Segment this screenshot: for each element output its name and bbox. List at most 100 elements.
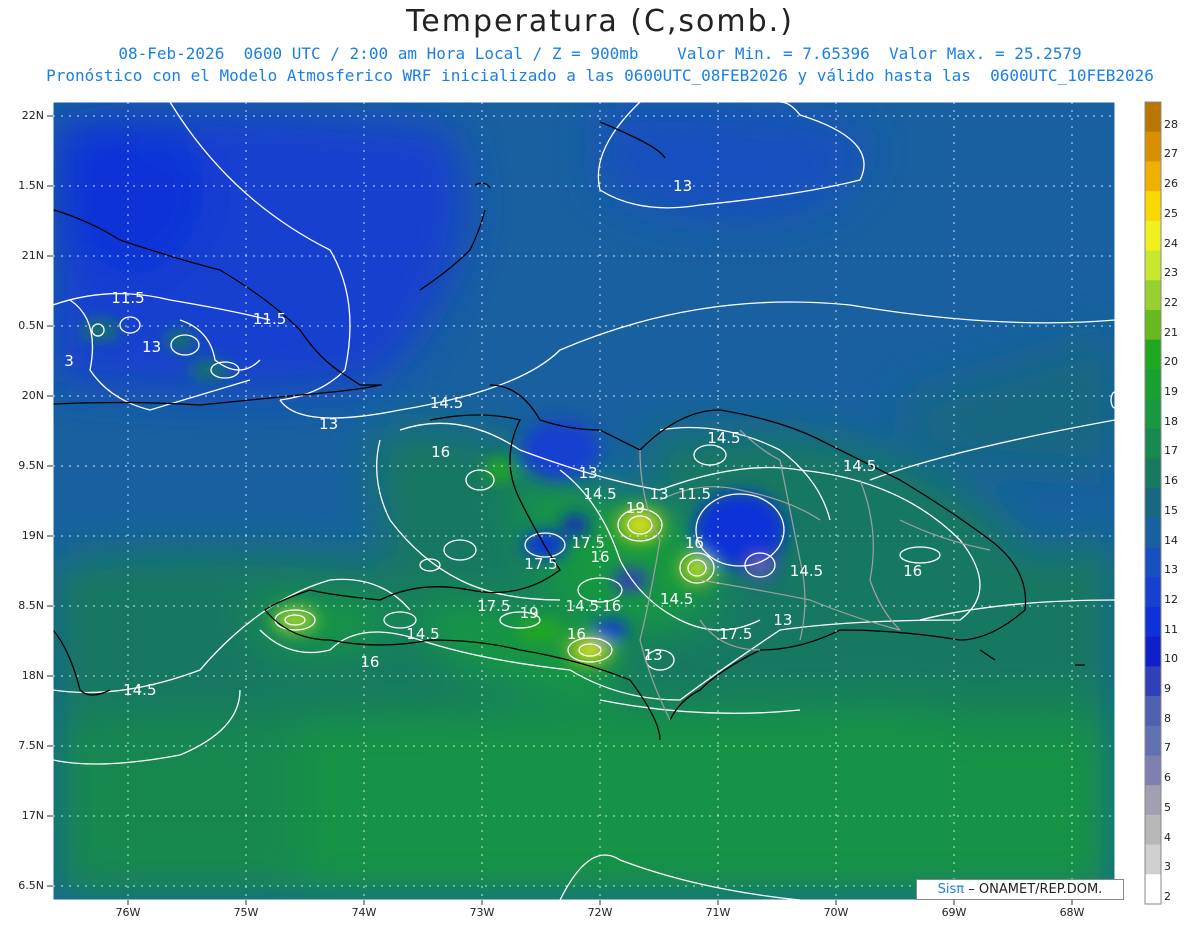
contour-label: 14.5 bbox=[659, 590, 694, 608]
lon-label: 74W bbox=[351, 906, 377, 919]
credit-box: Sisπ – ONAMET/REP.DOM. bbox=[916, 879, 1124, 900]
colorbar-label: 10 bbox=[1164, 652, 1178, 666]
colorbar-label: 14 bbox=[1164, 533, 1178, 547]
contour-label: 14.5 bbox=[583, 485, 617, 503]
contour-label: 16 bbox=[684, 534, 704, 552]
colorbar-swatch bbox=[1145, 606, 1161, 638]
colorbar-label: 19 bbox=[1164, 385, 1178, 399]
colorbar-swatch bbox=[1145, 636, 1161, 667]
contour-label: 13 bbox=[319, 415, 339, 433]
contour-label: 14.5 bbox=[842, 457, 877, 475]
colorbar-label: 18 bbox=[1164, 414, 1178, 428]
colorbar-label: 22 bbox=[1164, 295, 1178, 309]
lat-label: 8.5N bbox=[18, 599, 44, 612]
contour-label: 16 bbox=[903, 562, 923, 580]
colorbar-swatch bbox=[1145, 309, 1161, 341]
lat-label: 19N bbox=[21, 529, 44, 542]
contour-label: 13 bbox=[578, 464, 598, 482]
colorbar-label: 3 bbox=[1164, 860, 1171, 874]
colorbar-label: 24 bbox=[1164, 236, 1178, 250]
contour-label: 13 bbox=[773, 611, 793, 629]
colorbar-swatch bbox=[1145, 280, 1161, 311]
colorbar-label: 17 bbox=[1164, 444, 1178, 458]
colorbar-swatch bbox=[1145, 814, 1161, 846]
lon-label: 69W bbox=[941, 906, 967, 919]
contour-label: 13 bbox=[673, 177, 693, 195]
lon-label: 71W bbox=[705, 906, 731, 919]
temperature-map bbox=[47, 101, 1162, 905]
colorbar-label: 4 bbox=[1164, 830, 1171, 844]
colorbar-swatch bbox=[1145, 428, 1161, 459]
lon-label: 68W bbox=[1059, 906, 1085, 919]
contour-label: 13 bbox=[643, 646, 663, 664]
lon-label: 76W bbox=[115, 906, 141, 919]
lat-label: 22N bbox=[21, 109, 44, 122]
colorbar-swatch bbox=[1145, 220, 1161, 252]
contour-label: 17.5 bbox=[477, 597, 511, 615]
lon-label: 73W bbox=[469, 906, 495, 919]
temperature-field bbox=[53, 102, 1115, 900]
lon-label: 70W bbox=[823, 906, 849, 919]
lat-label: 9.5N bbox=[18, 459, 44, 472]
colorbar-label: 11 bbox=[1164, 622, 1178, 636]
colorbar-swatch bbox=[1145, 725, 1161, 756]
colorbar-label: 26 bbox=[1164, 177, 1178, 191]
colorbar-label: 9 bbox=[1164, 682, 1171, 696]
colorbar-label: 2 bbox=[1164, 890, 1171, 903]
lat-label: 17N bbox=[21, 809, 44, 822]
lon-label: 75W bbox=[233, 906, 259, 919]
colorbar-swatch bbox=[1145, 458, 1161, 489]
lat-label: 6.5N bbox=[18, 879, 44, 892]
colorbar-label: 13 bbox=[1164, 563, 1178, 577]
colorbar-swatch bbox=[1145, 102, 1161, 133]
credit-text: – ONAMET/REP.DOM. bbox=[968, 882, 1103, 897]
lat-label: 18N bbox=[21, 669, 44, 682]
contour-label: 17.5 bbox=[524, 555, 558, 573]
lat-label: 1.5N bbox=[18, 179, 44, 192]
colorbar-swatch bbox=[1145, 517, 1161, 549]
contour-label: 13 bbox=[142, 338, 162, 356]
contour-label: 14.5 bbox=[565, 597, 599, 615]
colorbar-swatch bbox=[1145, 874, 1161, 905]
colorbar-swatch bbox=[1145, 666, 1161, 697]
contour-label: 19 bbox=[625, 499, 645, 517]
contour-label: 14.5 bbox=[406, 625, 440, 643]
colorbar-label: 16 bbox=[1164, 474, 1178, 488]
contour-label: 19 bbox=[519, 604, 539, 622]
contour-label: 16 bbox=[360, 653, 380, 671]
contour-label: 11.5 bbox=[252, 310, 287, 328]
contour-label: 11.5 bbox=[677, 485, 712, 503]
colorbar-swatch bbox=[1145, 844, 1161, 875]
lat-label: 7.5N bbox=[18, 739, 44, 752]
contour-label: 14.5 bbox=[707, 429, 741, 447]
colorbar-label: 12 bbox=[1164, 592, 1178, 606]
colorbar-swatch bbox=[1145, 488, 1161, 519]
contour-label: 14.5 bbox=[789, 562, 824, 580]
lat-label: 0.5N bbox=[18, 319, 44, 332]
colorbar-label: 8 bbox=[1164, 711, 1171, 725]
sispi-logo: Sisπ bbox=[937, 882, 965, 897]
colorbar-swatch bbox=[1145, 755, 1161, 786]
colorbar-label: 6 bbox=[1164, 771, 1171, 785]
colorbar-swatch bbox=[1145, 339, 1161, 370]
colorbar-label: 7 bbox=[1164, 741, 1171, 755]
colorbar-swatch bbox=[1145, 785, 1161, 816]
colorbar-label: 28 bbox=[1164, 117, 1178, 131]
lat-label: 20N bbox=[21, 389, 44, 402]
colorbar-swatch bbox=[1145, 250, 1161, 281]
contour-label: 16 bbox=[590, 548, 610, 566]
contour-label: 14.5 bbox=[123, 681, 157, 699]
contour-label: 16 bbox=[431, 443, 451, 461]
colorbar-swatch bbox=[1145, 577, 1161, 608]
colorbar-label: 5 bbox=[1164, 800, 1171, 814]
contour-label: 11.5 bbox=[111, 289, 145, 307]
colorbar-label: 20 bbox=[1164, 355, 1178, 369]
colorbar-swatch bbox=[1145, 696, 1161, 727]
colorbar bbox=[1144, 101, 1162, 905]
colorbar-label: 21 bbox=[1164, 325, 1178, 339]
contour-label: 14.5 bbox=[429, 394, 464, 412]
contour-label: 16 bbox=[602, 597, 622, 615]
contour-label: 17.5 bbox=[718, 625, 753, 643]
colorbar-label: 23 bbox=[1164, 266, 1178, 280]
contour-label: 16 bbox=[566, 625, 586, 643]
